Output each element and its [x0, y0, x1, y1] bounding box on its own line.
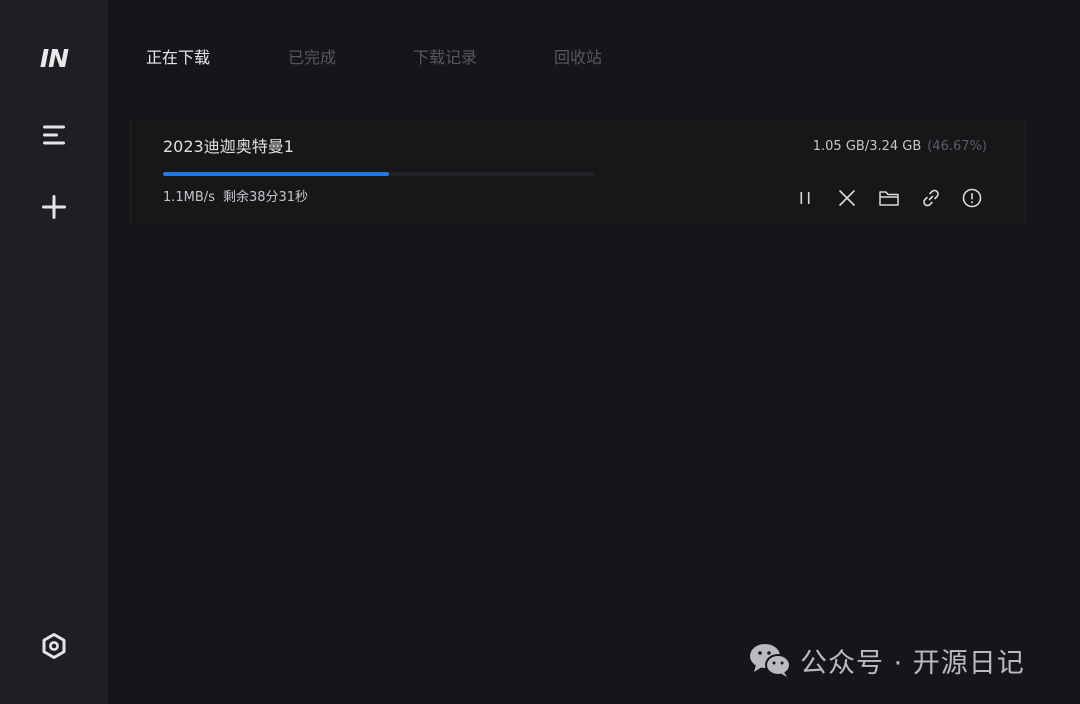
main-panel: 正在下载 已完成 下载记录 回收站 2023迪迦奥特曼1 1.05 GB/3.2… — [108, 0, 1080, 704]
tab-recycle-bin[interactable]: 回收站 — [554, 46, 602, 70]
download-status: 1.1MB/s 剩余38分31秒 — [163, 187, 308, 209]
tab-downloading[interactable]: 正在下载 — [146, 46, 210, 70]
settings-button[interactable] — [30, 622, 78, 670]
menu-icon — [43, 125, 65, 145]
settings-icon — [42, 633, 66, 659]
download-speed: 1.1MB/s — [163, 190, 215, 205]
download-title: 2023迪迦奥特曼1 — [163, 137, 294, 156]
pause-button[interactable] — [793, 186, 817, 210]
add-download-button[interactable] — [30, 183, 78, 231]
watermark-text: 公众号 · 开源日记 — [800, 647, 1025, 679]
download-percent: (46.67%) — [927, 139, 987, 154]
info-icon — [962, 188, 982, 208]
info-button[interactable] — [960, 186, 984, 210]
cancel-button[interactable] — [835, 186, 859, 210]
download-size: 1.05 GB/3.24 GB (46.67%) — [813, 136, 987, 158]
progress-fill — [163, 172, 390, 176]
open-folder-button[interactable] — [877, 186, 901, 210]
link-icon — [923, 189, 939, 207]
tab-history[interactable]: 下载记录 — [413, 46, 477, 70]
watermark: 公众号 · 开源日记 — [748, 640, 1025, 680]
download-item: 2023迪迦奥特曼1 1.05 GB/3.24 GB (46.67%) 1.1MB… — [130, 120, 1026, 224]
sidebar: IN — [0, 0, 108, 704]
app-logo: IN — [39, 43, 69, 73]
progress-bar — [163, 172, 595, 176]
tab-completed[interactable]: 已完成 — [288, 46, 336, 70]
add-icon — [42, 195, 66, 219]
copy-link-button[interactable] — [919, 186, 943, 210]
folder-icon — [879, 191, 899, 206]
download-size-text: 1.05 GB/3.24 GB — [812, 139, 922, 154]
close-icon — [839, 190, 855, 206]
wechat-icon — [750, 644, 791, 677]
pause-icon — [800, 192, 810, 204]
menu-button[interactable] — [30, 111, 78, 159]
download-remaining: 剩余38分31秒 — [222, 190, 309, 205]
